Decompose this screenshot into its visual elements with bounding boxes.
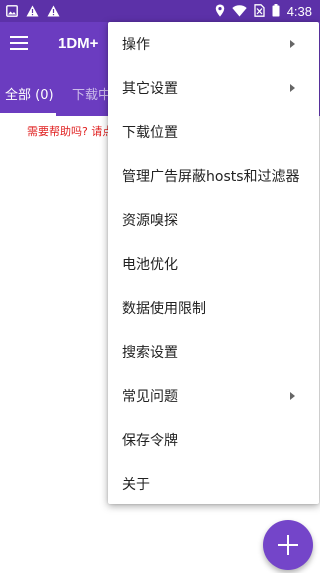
hamburger-icon[interactable]	[10, 36, 28, 52]
wifi-icon	[231, 2, 247, 21]
menu-item-save-token[interactable]: 保存令牌	[108, 418, 319, 462]
menu-item-adblock-hosts[interactable]: 管理广告屏蔽hosts和过滤器	[108, 154, 319, 198]
menu-item-battery-optimization[interactable]: 电池优化	[108, 242, 319, 286]
menu-item-label: 数据使用限制	[122, 301, 206, 317]
tab-indicator	[0, 113, 56, 116]
menu-item-label: 电池优化	[122, 257, 178, 273]
menu-item-label: 资源嗅探	[122, 213, 178, 229]
menu-item-download-location[interactable]: 下载位置	[108, 110, 319, 154]
location-icon	[215, 2, 225, 21]
menu-item-label: 管理广告屏蔽hosts和过滤器	[122, 169, 300, 185]
menu-item-label: 操作	[122, 37, 150, 53]
menu-item-search-settings[interactable]: 搜索设置	[108, 330, 319, 374]
add-download-button[interactable]	[263, 520, 313, 570]
submenu-arrow-icon	[290, 84, 295, 92]
menu-item-faq[interactable]: 常见问题	[108, 374, 319, 418]
menu-item-label: 下载位置	[122, 125, 178, 141]
menu-item-label: 搜索设置	[122, 345, 178, 361]
submenu-arrow-icon	[290, 392, 295, 400]
overflow-menu: 操作 其它设置 下载位置 管理广告屏蔽hosts和过滤器 资源嗅探 电池优化 数…	[108, 22, 319, 504]
menu-item-actions[interactable]: 操作	[108, 22, 319, 66]
battery-icon	[272, 2, 280, 21]
no-sim-icon	[254, 2, 265, 21]
menu-item-resource-sniffer[interactable]: 资源嗅探	[108, 198, 319, 242]
menu-item-label: 保存令牌	[122, 433, 178, 449]
menu-item-label: 关于	[122, 477, 150, 493]
menu-item-label: 其它设置	[122, 81, 178, 97]
menu-item-data-usage-limit[interactable]: 数据使用限制	[108, 286, 319, 330]
menu-item-other-settings[interactable]: 其它设置	[108, 66, 319, 110]
menu-item-label: 常见问题	[122, 389, 178, 405]
status-bar: 4:38	[0, 0, 320, 22]
status-time: 4:38	[286, 3, 312, 19]
tab-downloading[interactable]: 下载中	[72, 84, 111, 103]
app-title: 1DM+	[58, 35, 99, 52]
menu-item-about[interactable]: 关于	[108, 462, 319, 506]
image-icon	[6, 2, 18, 21]
warning-icon	[26, 2, 39, 21]
help-link[interactable]: 需要帮助吗? 请点	[27, 123, 113, 139]
submenu-arrow-icon	[290, 40, 295, 48]
warning-icon	[47, 2, 60, 21]
tab-all[interactable]: 全部 (0)	[5, 84, 54, 103]
